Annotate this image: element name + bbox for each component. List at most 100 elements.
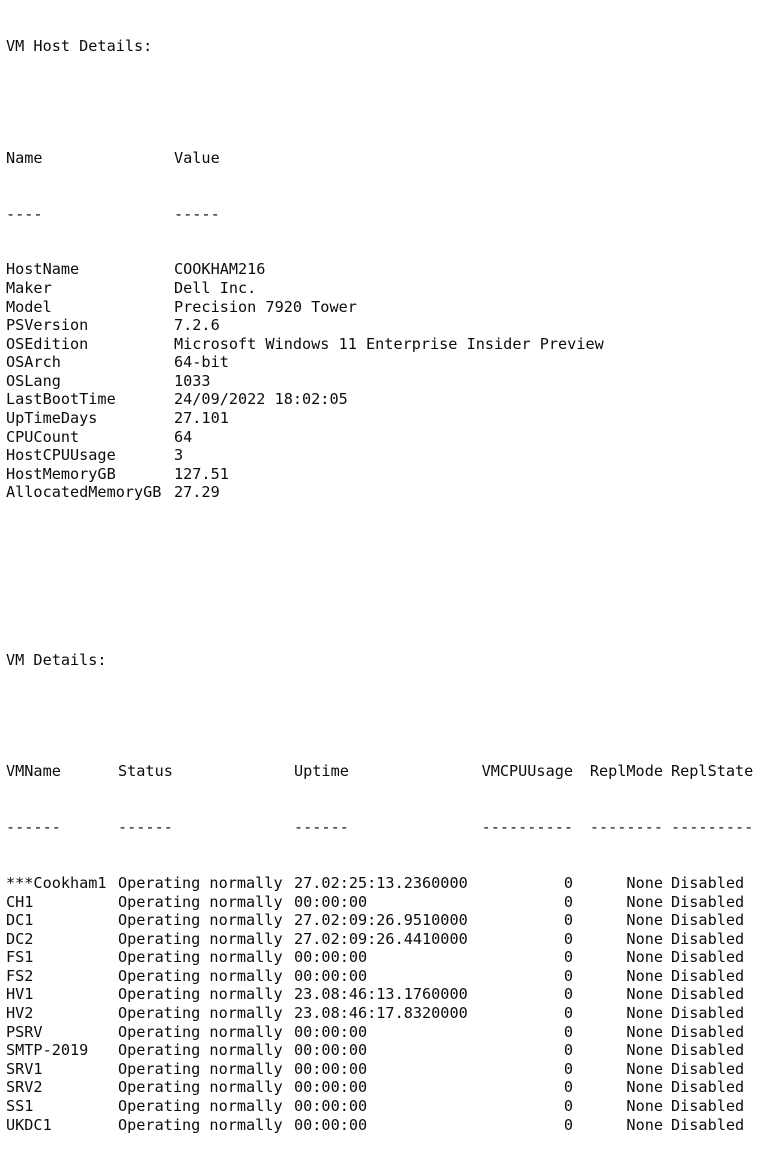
vm-name-cell: DC1	[6, 911, 34, 930]
vm-repl-state-cell: Disabled	[671, 1022, 745, 1041]
vm-cpu-usage-cell: 0	[563, 929, 573, 948]
vm-status-cell: Operating normally	[118, 1097, 283, 1116]
vm-header-cpu: VMCPUUsage	[481, 762, 573, 781]
vm-table-row: DC2 Operating normally 27.02:09:26.4410000…	[6, 930, 753, 949]
vm-uptime-cell: 23.08:46:13.1760000	[294, 985, 468, 1004]
host-property-value: COOKHAM216	[174, 260, 266, 279]
vm-table-row: ***Cookham1 Operating normally 27.02:25:13…	[6, 874, 753, 893]
vm-status-cell: Operating normally	[118, 966, 283, 985]
vm-cpu-usage-cell: 0	[563, 948, 573, 967]
host-property-value: Microsoft Windows 11 Enterprise Insider …	[174, 334, 604, 353]
vm-repl-mode-cell: None	[626, 1059, 663, 1078]
host-property-name: OSLang	[6, 371, 61, 390]
vm-uptime-cell: 00:00:00	[294, 892, 368, 911]
host-property-name: OSEdition	[6, 334, 89, 353]
vm-table-row: SS1 Operating normally 00:00:00 0 None Disabl…	[6, 1097, 753, 1116]
vm-repl-state-cell: Disabled	[671, 1059, 745, 1078]
vm-header-status: Status	[118, 762, 173, 781]
vm-header-vmname: VMName	[6, 762, 61, 781]
vm-table-row: SMTP-2019 Operating normally 00:00:00 0 None…	[6, 1041, 753, 1060]
vm-repl-state-cell: Disabled	[671, 1078, 745, 1097]
vm-uptime-cell: 00:00:00	[294, 1078, 368, 1097]
vm-section-title: VM Details:	[6, 650, 107, 669]
vm-status-cell: Operating normally	[118, 1041, 283, 1060]
vm-repl-mode-cell: None	[626, 1078, 663, 1097]
vm-name-cell: SRV1	[6, 1059, 43, 1078]
vm-name-cell: FS2	[6, 966, 34, 985]
vm-cpu-usage-cell: 0	[563, 1004, 573, 1023]
vm-name-cell: CH1	[6, 892, 34, 911]
host-table-row: Maker Dell Inc.	[6, 279, 753, 298]
host-table-row: AllocatedMemoryGB 27.29	[6, 483, 753, 502]
vm-status-cell: Operating normally	[118, 1022, 283, 1041]
vm-table-body: ***Cookham1 Operating normally 27.02:25:13…	[6, 874, 753, 1134]
vm-uptime-cell: 27.02:09:26.4410000	[294, 929, 468, 948]
vm-separator-status: ------	[118, 818, 173, 837]
vm-uptime-cell: 00:00:00	[294, 966, 368, 985]
vm-header-replstate: ReplState	[671, 762, 754, 781]
vm-cpu-usage-cell: 0	[563, 911, 573, 930]
vm-repl-mode-cell: None	[626, 892, 663, 911]
host-property-value: 64-bit	[174, 353, 229, 372]
host-separator-name: ----	[6, 204, 43, 223]
host-table-row: LastBootTime 24/09/2022 18:02:05	[6, 390, 753, 409]
host-table-row: Model Precision 7920 Tower	[6, 298, 753, 317]
vm-table-header: VMName Status Uptime VMCPUUsage ReplMode Repl…	[6, 762, 753, 781]
host-table-row: OSEdition Microsoft Windows 11 Enterprise…	[6, 335, 753, 354]
vm-cpu-usage-cell: 0	[563, 1059, 573, 1078]
vm-repl-state-cell: Disabled	[671, 1004, 745, 1023]
vm-uptime-cell: 27.02:09:26.9510000	[294, 911, 468, 930]
vm-name-cell: ***Cookham1	[6, 873, 107, 892]
vm-name-cell: PSRV	[6, 1022, 43, 1041]
vm-cpu-usage-cell: 0	[563, 1041, 573, 1060]
vm-cpu-usage-cell: 0	[563, 873, 573, 892]
host-property-value: Precision 7920 Tower	[174, 297, 357, 316]
vm-repl-mode-cell: None	[626, 873, 663, 892]
vm-table-row: UKDC1 Operating normally 00:00:00 0 None Disa…	[6, 1116, 753, 1135]
vm-repl-state-cell: Disabled	[671, 892, 745, 911]
vm-cpu-usage-cell: 0	[563, 966, 573, 985]
vm-repl-state-cell: Disabled	[671, 948, 745, 967]
host-property-value: 27.101	[174, 409, 229, 428]
host-table-row: HostMemoryGB 127.51	[6, 465, 753, 484]
vm-status-cell: Operating normally	[118, 1059, 283, 1078]
vm-header-replmode: ReplMode	[589, 762, 663, 781]
host-separator-value: -----	[174, 204, 220, 223]
vm-uptime-cell: 00:00:00	[294, 1041, 368, 1060]
host-property-value: 7.2.6	[174, 316, 220, 335]
vm-repl-state-cell: Disabled	[671, 1097, 745, 1116]
host-table-row: CPUCount 64	[6, 428, 753, 447]
host-table-row: PSVersion 7.2.6	[6, 316, 753, 335]
host-table-header: Name Value	[6, 149, 753, 168]
host-property-value: 3	[174, 446, 184, 465]
vm-separator-uptime: ------	[294, 818, 349, 837]
vm-cpu-usage-cell: 0	[563, 892, 573, 911]
host-property-name: Model	[6, 297, 52, 316]
vm-status-cell: Operating normally	[118, 1115, 283, 1134]
vm-repl-state-cell: Disabled	[671, 911, 745, 930]
vm-repl-state-cell: Disabled	[671, 929, 745, 948]
vm-repl-state-cell: Disabled	[671, 985, 745, 1004]
host-property-value: 64	[174, 427, 193, 446]
vm-table-row: HV1 Operating normally 23.08:46:13.1760000…	[6, 985, 753, 1004]
host-property-value: 1033	[174, 371, 211, 390]
vm-separator-cpu: ----------	[481, 818, 573, 837]
host-table-row: HostName COOKHAM216	[6, 260, 753, 279]
vm-name-cell: UKDC1	[6, 1115, 52, 1134]
host-header-name: Name	[6, 148, 43, 167]
vm-status-cell: Operating normally	[118, 1004, 283, 1023]
host-table-row: OSArch 64-bit	[6, 353, 753, 372]
vm-cpu-usage-cell: 0	[563, 985, 573, 1004]
vm-repl-mode-cell: None	[626, 911, 663, 930]
host-table-row: UpTimeDays 27.101	[6, 409, 753, 428]
host-table-body: HostName COOKHAM216 Maker Dell Inc. Model Pre…	[6, 260, 753, 502]
vm-name-cell: HV1	[6, 985, 34, 1004]
host-property-name: OSArch	[6, 353, 61, 372]
vm-table-row: CH1 Operating normally 00:00:00 0 None Disabl…	[6, 893, 753, 912]
vm-repl-state-cell: Disabled	[671, 1115, 745, 1134]
vm-repl-mode-cell: None	[626, 1004, 663, 1023]
host-property-name: Maker	[6, 278, 52, 297]
vm-status-cell: Operating normally	[118, 873, 283, 892]
host-table-separator: ---- -----	[6, 205, 753, 224]
vm-name-cell: SRV2	[6, 1078, 43, 1097]
